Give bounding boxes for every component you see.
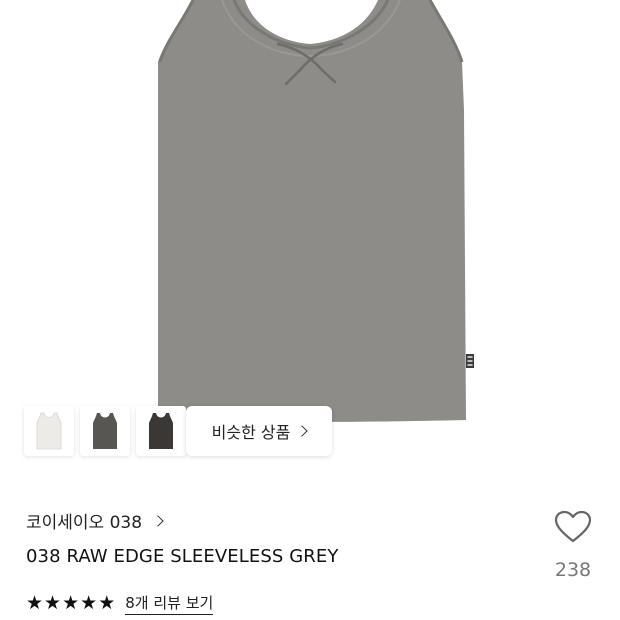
- thumbnail-charcoal[interactable]: [80, 406, 130, 456]
- ivory-tank-top-thumbnail: [36, 412, 62, 450]
- star-icon: ★: [62, 592, 80, 614]
- star-icon: ★: [98, 592, 116, 614]
- chevron-right-icon: [296, 425, 309, 437]
- product-photo: [158, 0, 474, 422]
- star-icon: ★: [80, 592, 98, 614]
- charcoal-tank-top-thumbnail: [93, 413, 117, 449]
- brand-name: 코이세이오 038: [26, 513, 143, 533]
- similar-products-button[interactable]: 비슷한 상품: [186, 406, 332, 456]
- similar-products-label: 비슷한 상품: [211, 423, 291, 442]
- star-rating: ★ ★ ★ ★ ★: [26, 594, 115, 613]
- like-count: 238: [554, 559, 592, 581]
- like-button[interactable]: [548, 510, 598, 550]
- brand-link[interactable]: 코이세이오 038: [26, 508, 164, 533]
- star-icon: ★: [26, 592, 44, 614]
- black-tank-top-thumbnail: [149, 413, 173, 449]
- color-thumbnails: [24, 406, 186, 456]
- thumbnail-ivory[interactable]: [24, 406, 74, 456]
- tank-top-garment: [158, 0, 466, 422]
- chevron-right-icon: [152, 514, 164, 527]
- star-icon: ★: [44, 592, 62, 614]
- heart-outline-icon: [554, 510, 592, 543]
- view-reviews-link[interactable]: 8개 리뷰 보기: [125, 592, 214, 615]
- rating-row: ★ ★ ★ ★ ★ 8개 리뷰 보기: [26, 592, 214, 615]
- product-image[interactable]: [0, 0, 620, 472]
- thumbnail-black[interactable]: [136, 406, 186, 456]
- product-title: 038 RAW EDGE SLEEVELESS GREY: [26, 546, 339, 567]
